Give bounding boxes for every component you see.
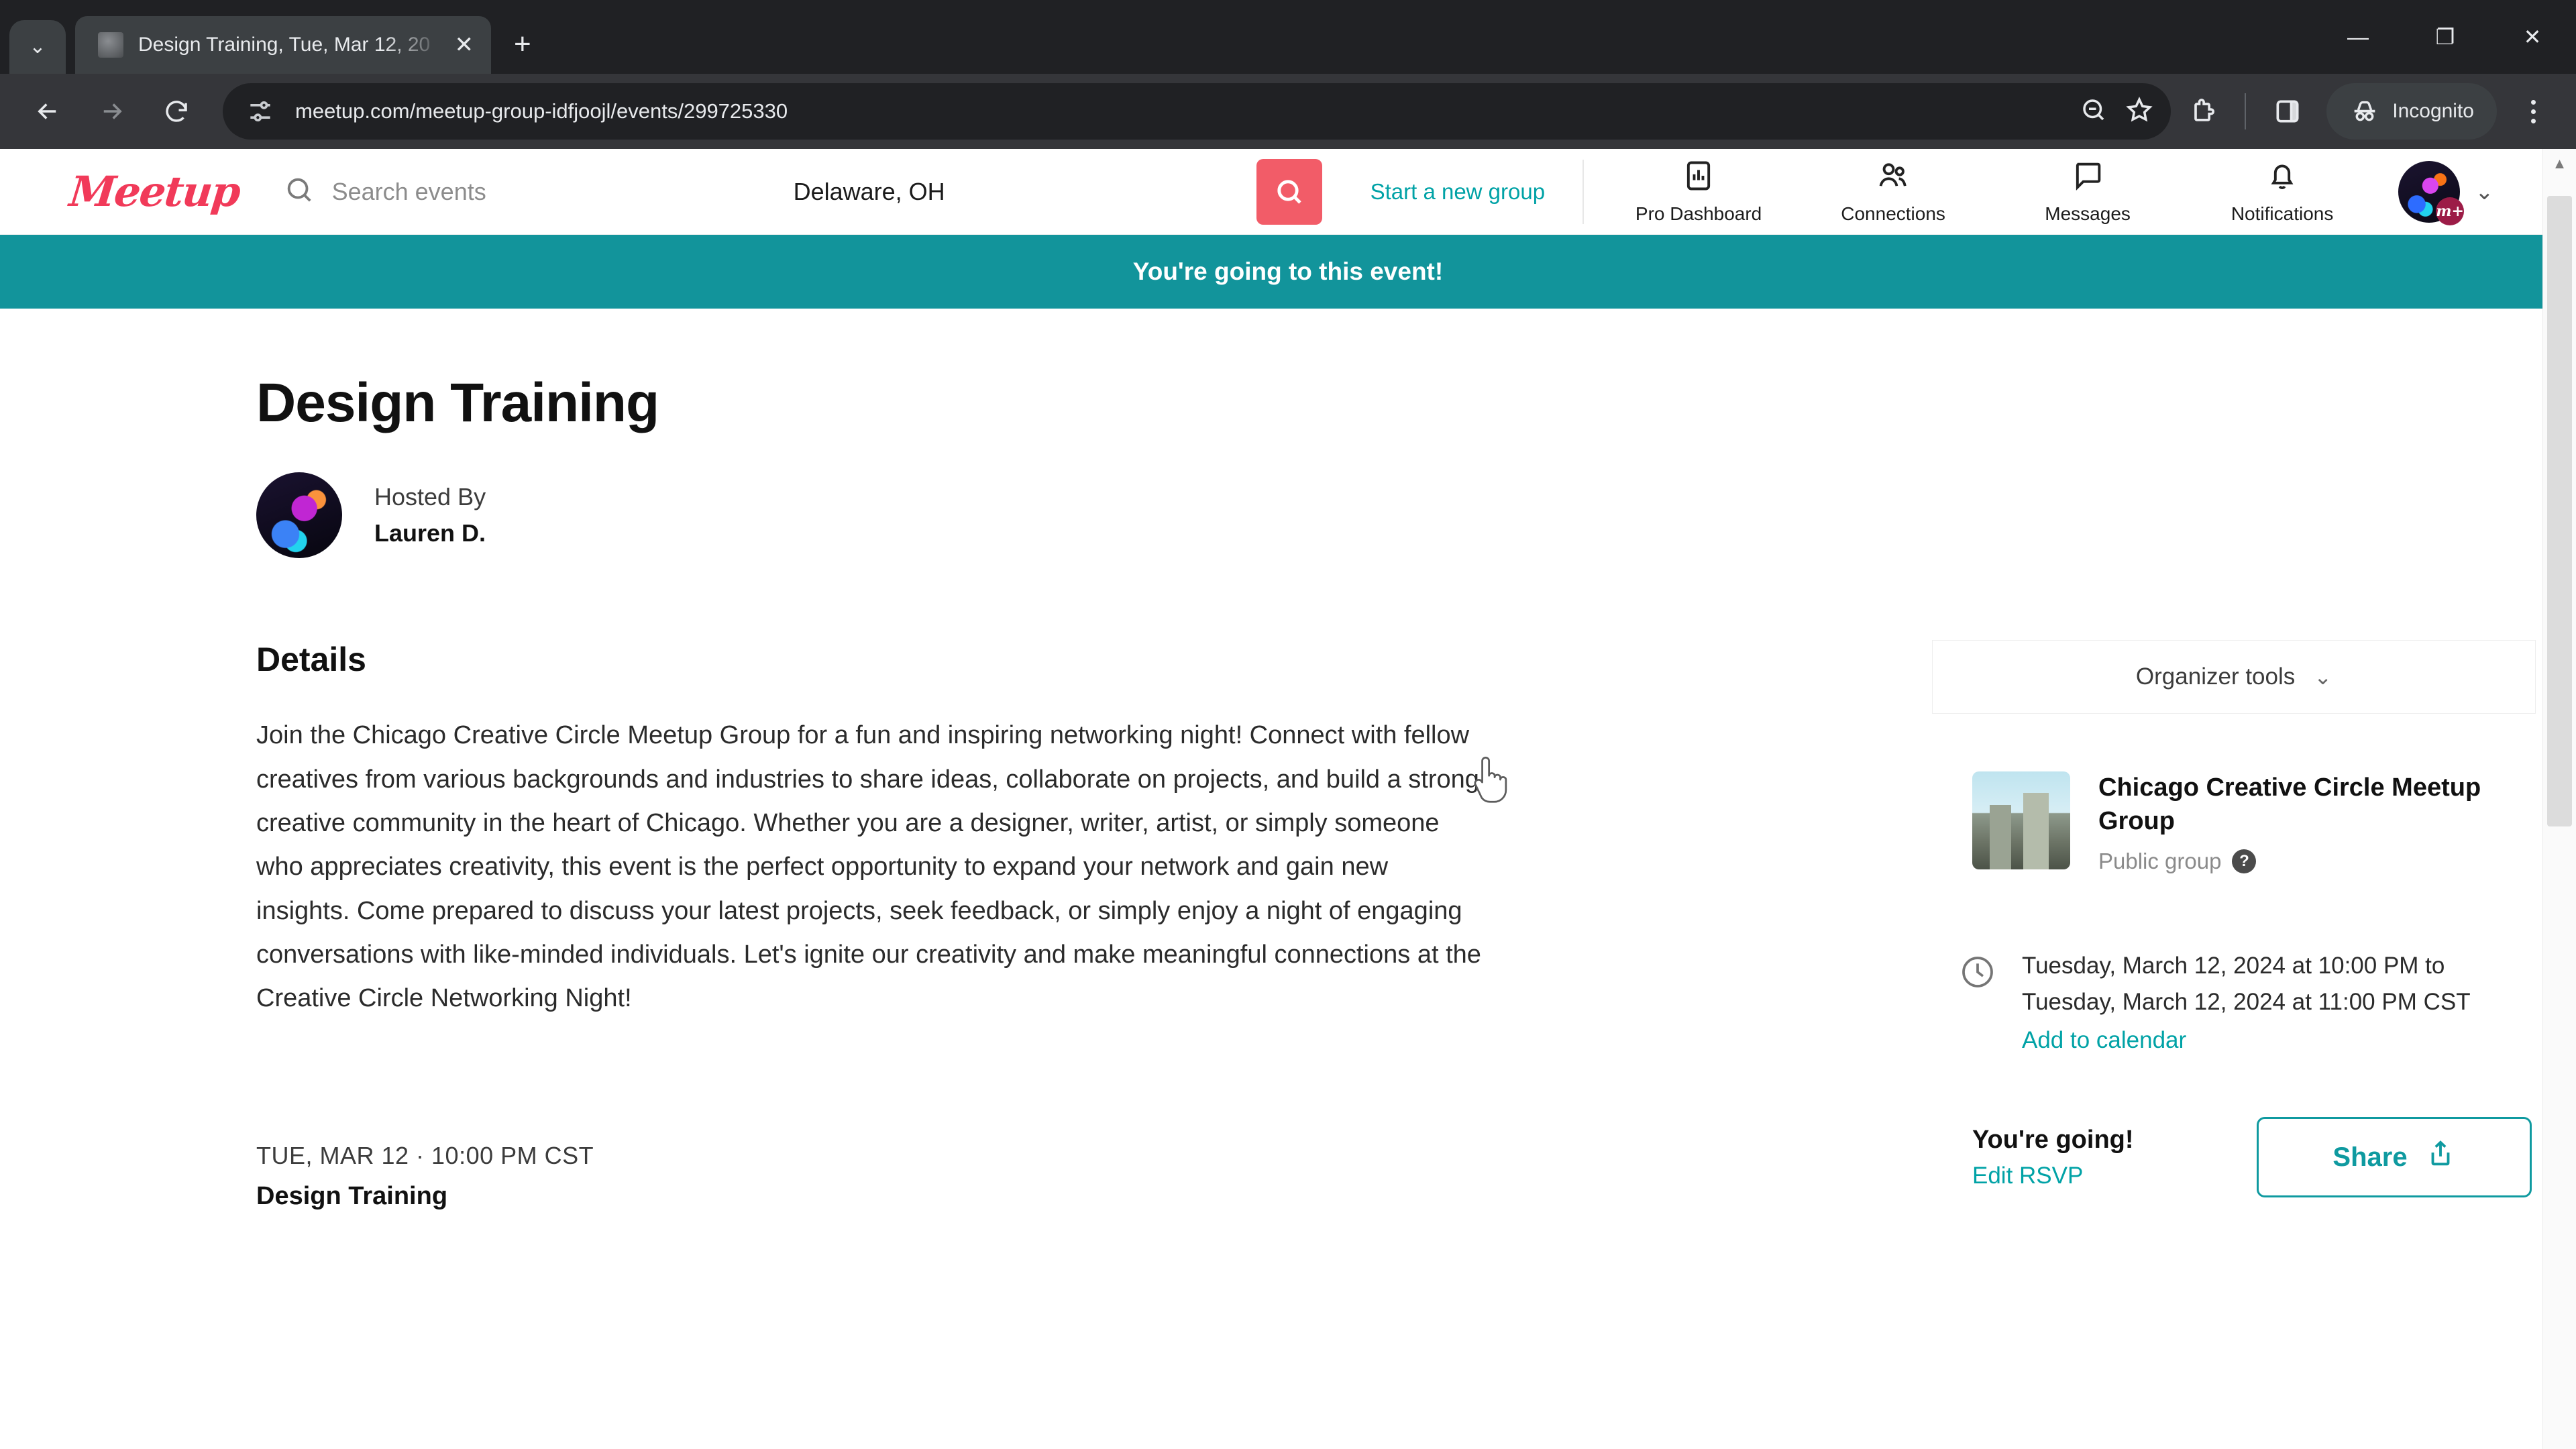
hosted-by-label: Hosted By [374, 483, 486, 511]
side-panel-icon[interactable] [2262, 86, 2313, 137]
reload-button[interactable] [148, 83, 205, 140]
start-new-group-link[interactable]: Start a new group [1371, 179, 1546, 205]
browser-menu-button[interactable] [2509, 83, 2557, 140]
tab-title: Design Training, Tue, Mar 12, 20 [138, 34, 431, 56]
nav-label: Connections [1841, 203, 1945, 224]
bell-icon [2265, 158, 2300, 197]
avatar: m+ [2398, 160, 2465, 225]
location-input[interactable]: Delaware, OH [794, 178, 1256, 206]
rsvp-status: You're going! [1972, 1125, 2134, 1154]
host-section: Hosted By Lauren D. [256, 472, 2462, 559]
people-icon [1876, 158, 1911, 197]
event-sidebar: Organizer tools ⌄ Chicago Creative Circl… [1932, 640, 2536, 1198]
browser-toolbar: meetup.com/meetup-group-idfjoojl/events/… [0, 74, 2576, 149]
chevron-down-icon: ⌄ [2314, 665, 2332, 690]
event-schedule-item[interactable]: TUE, MAR 12 · 10:00 PM CST Design Traini… [256, 1142, 1511, 1211]
scrollbar-track[interactable] [2543, 178, 2576, 1419]
browser-tab[interactable]: Design Training, Tue, Mar 12, 20 ✕ [75, 16, 491, 74]
browser-window: ⌄ Design Training, Tue, Mar 12, 20 ✕ + —… [0, 0, 2576, 1449]
details-heading: Details [256, 641, 366, 679]
close-window-button[interactable]: ✕ [2489, 0, 2576, 74]
share-upload-icon [2425, 1138, 2456, 1176]
header-nav: Pro Dashboard Connections Messages Notif… [1621, 158, 2359, 225]
group-thumbnail [1972, 771, 2070, 870]
nav-label: Messages [2045, 203, 2131, 224]
nav-label: Pro Dashboard [1635, 203, 1762, 224]
chart-icon [1681, 158, 1716, 197]
host-name[interactable]: Lauren D. [374, 519, 486, 547]
page-viewport: Meetup Search events Delaware, OH Start … [0, 149, 2576, 1449]
scroll-up-arrow[interactable]: ▲ [2543, 149, 2576, 178]
nav-item-connections[interactable]: Connections [1816, 158, 1970, 225]
group-visibility-label: Public group [2098, 848, 2222, 873]
page-title: Design Training [256, 372, 659, 433]
host-avatar[interactable] [256, 472, 342, 559]
header-divider [1582, 159, 1585, 224]
meetup-header: Meetup Search events Delaware, OH Start … [0, 149, 2576, 235]
clock-icon [1959, 953, 1996, 991]
toolbar-divider [2245, 93, 2247, 129]
scrollbar-thumb[interactable] [2547, 196, 2572, 826]
nav-item-pro-dashboard[interactable]: Pro Dashboard [1621, 158, 1776, 225]
chat-bubble-icon [2070, 158, 2105, 197]
address-bar[interactable]: meetup.com/meetup-group-idfjoojl/events/… [223, 83, 2171, 140]
close-tab-icon[interactable]: ✕ [455, 34, 474, 56]
details-body: Join the Chicago Creative Circle Meetup … [256, 721, 1481, 1013]
user-menu[interactable]: m+ ⌄ [2398, 160, 2494, 225]
tab-favicon-icon [98, 32, 123, 58]
chevron-down-icon[interactable]: ⌄ [2475, 180, 2494, 203]
details-column: Details Join the Chicago Creative Circle… [256, 640, 1511, 1211]
add-to-calendar-link[interactable]: Add to calendar [2022, 1027, 2186, 1054]
group-name: Chicago Creative Circle Meetup Group [2098, 773, 2481, 835]
search-input[interactable]: Search events [284, 174, 794, 209]
new-tab-button[interactable]: + [514, 30, 531, 59]
nav-item-messages[interactable]: Messages [2010, 158, 2165, 225]
group-visibility: Public group ? [2098, 849, 2528, 874]
pro-badge: m+ [2436, 197, 2465, 225]
rsvp-bar: You're going! Edit RSVP Share [1932, 1054, 2536, 1198]
extensions-icon[interactable] [2178, 86, 2229, 137]
incognito-label: Incognito [2392, 100, 2474, 122]
share-button-label: Share [2332, 1142, 2408, 1172]
group-card[interactable]: Chicago Creative Circle Meetup Group Pub… [1932, 714, 2536, 874]
bookmark-star-icon[interactable] [2125, 96, 2153, 127]
schedule-date: TUE, MAR 12 · 10:00 PM CST [256, 1141, 594, 1169]
search-placeholder: Search events [331, 177, 486, 205]
nav-label: Notifications [2231, 203, 2334, 224]
forward-button[interactable] [83, 83, 141, 140]
tab-strip: ⌄ Design Training, Tue, Mar 12, 20 ✕ + —… [0, 0, 2576, 74]
page-scrollbar[interactable]: ▲ [2542, 149, 2576, 1449]
question-mark-icon[interactable]: ? [2232, 849, 2257, 873]
organizer-tools-label: Organizer tools [2135, 663, 2296, 690]
site-settings-icon[interactable] [246, 97, 275, 126]
rsvp-banner-text: You're going to this event! [1132, 258, 1444, 285]
organizer-tools-toggle[interactable]: Organizer tools ⌄ [1932, 640, 2536, 714]
nav-item-notifications[interactable]: Notifications [2205, 158, 2359, 225]
schedule-title: Design Training [256, 1181, 448, 1210]
minimize-button[interactable]: — [2314, 0, 2402, 74]
back-button[interactable] [19, 83, 76, 140]
edit-rsvp-link[interactable]: Edit RSVP [1972, 1163, 2134, 1189]
chevron-down-icon: ⌄ [29, 36, 46, 58]
search-icon [284, 174, 315, 209]
content-columns: Details Join the Chicago Creative Circle… [256, 640, 2536, 1211]
meetup-logo[interactable]: Meetup [67, 167, 241, 216]
rsvp-banner: You're going to this event! [0, 235, 2576, 309]
maximize-button[interactable]: ❐ [2402, 0, 2489, 74]
window-controls: — ❐ ✕ [2314, 0, 2576, 74]
tab-search-button[interactable]: ⌄ [9, 20, 66, 74]
url-text: meetup.com/meetup-group-idfjoojl/events/… [295, 99, 788, 123]
event-datetime: Tuesday, March 12, 2024 at 10:00 PM to T… [1932, 874, 2536, 1055]
page-content: Design Training Hosted By Lauren D. Deta… [0, 309, 2542, 1211]
incognito-indicator[interactable]: Incognito [2326, 83, 2497, 140]
share-button[interactable]: Share [2257, 1117, 2532, 1198]
search-submit-button[interactable] [1256, 158, 1322, 225]
event-datetime-text: Tuesday, March 12, 2024 at 10:00 PM to T… [2022, 952, 2471, 1016]
zoom-search-icon[interactable] [2080, 96, 2108, 127]
